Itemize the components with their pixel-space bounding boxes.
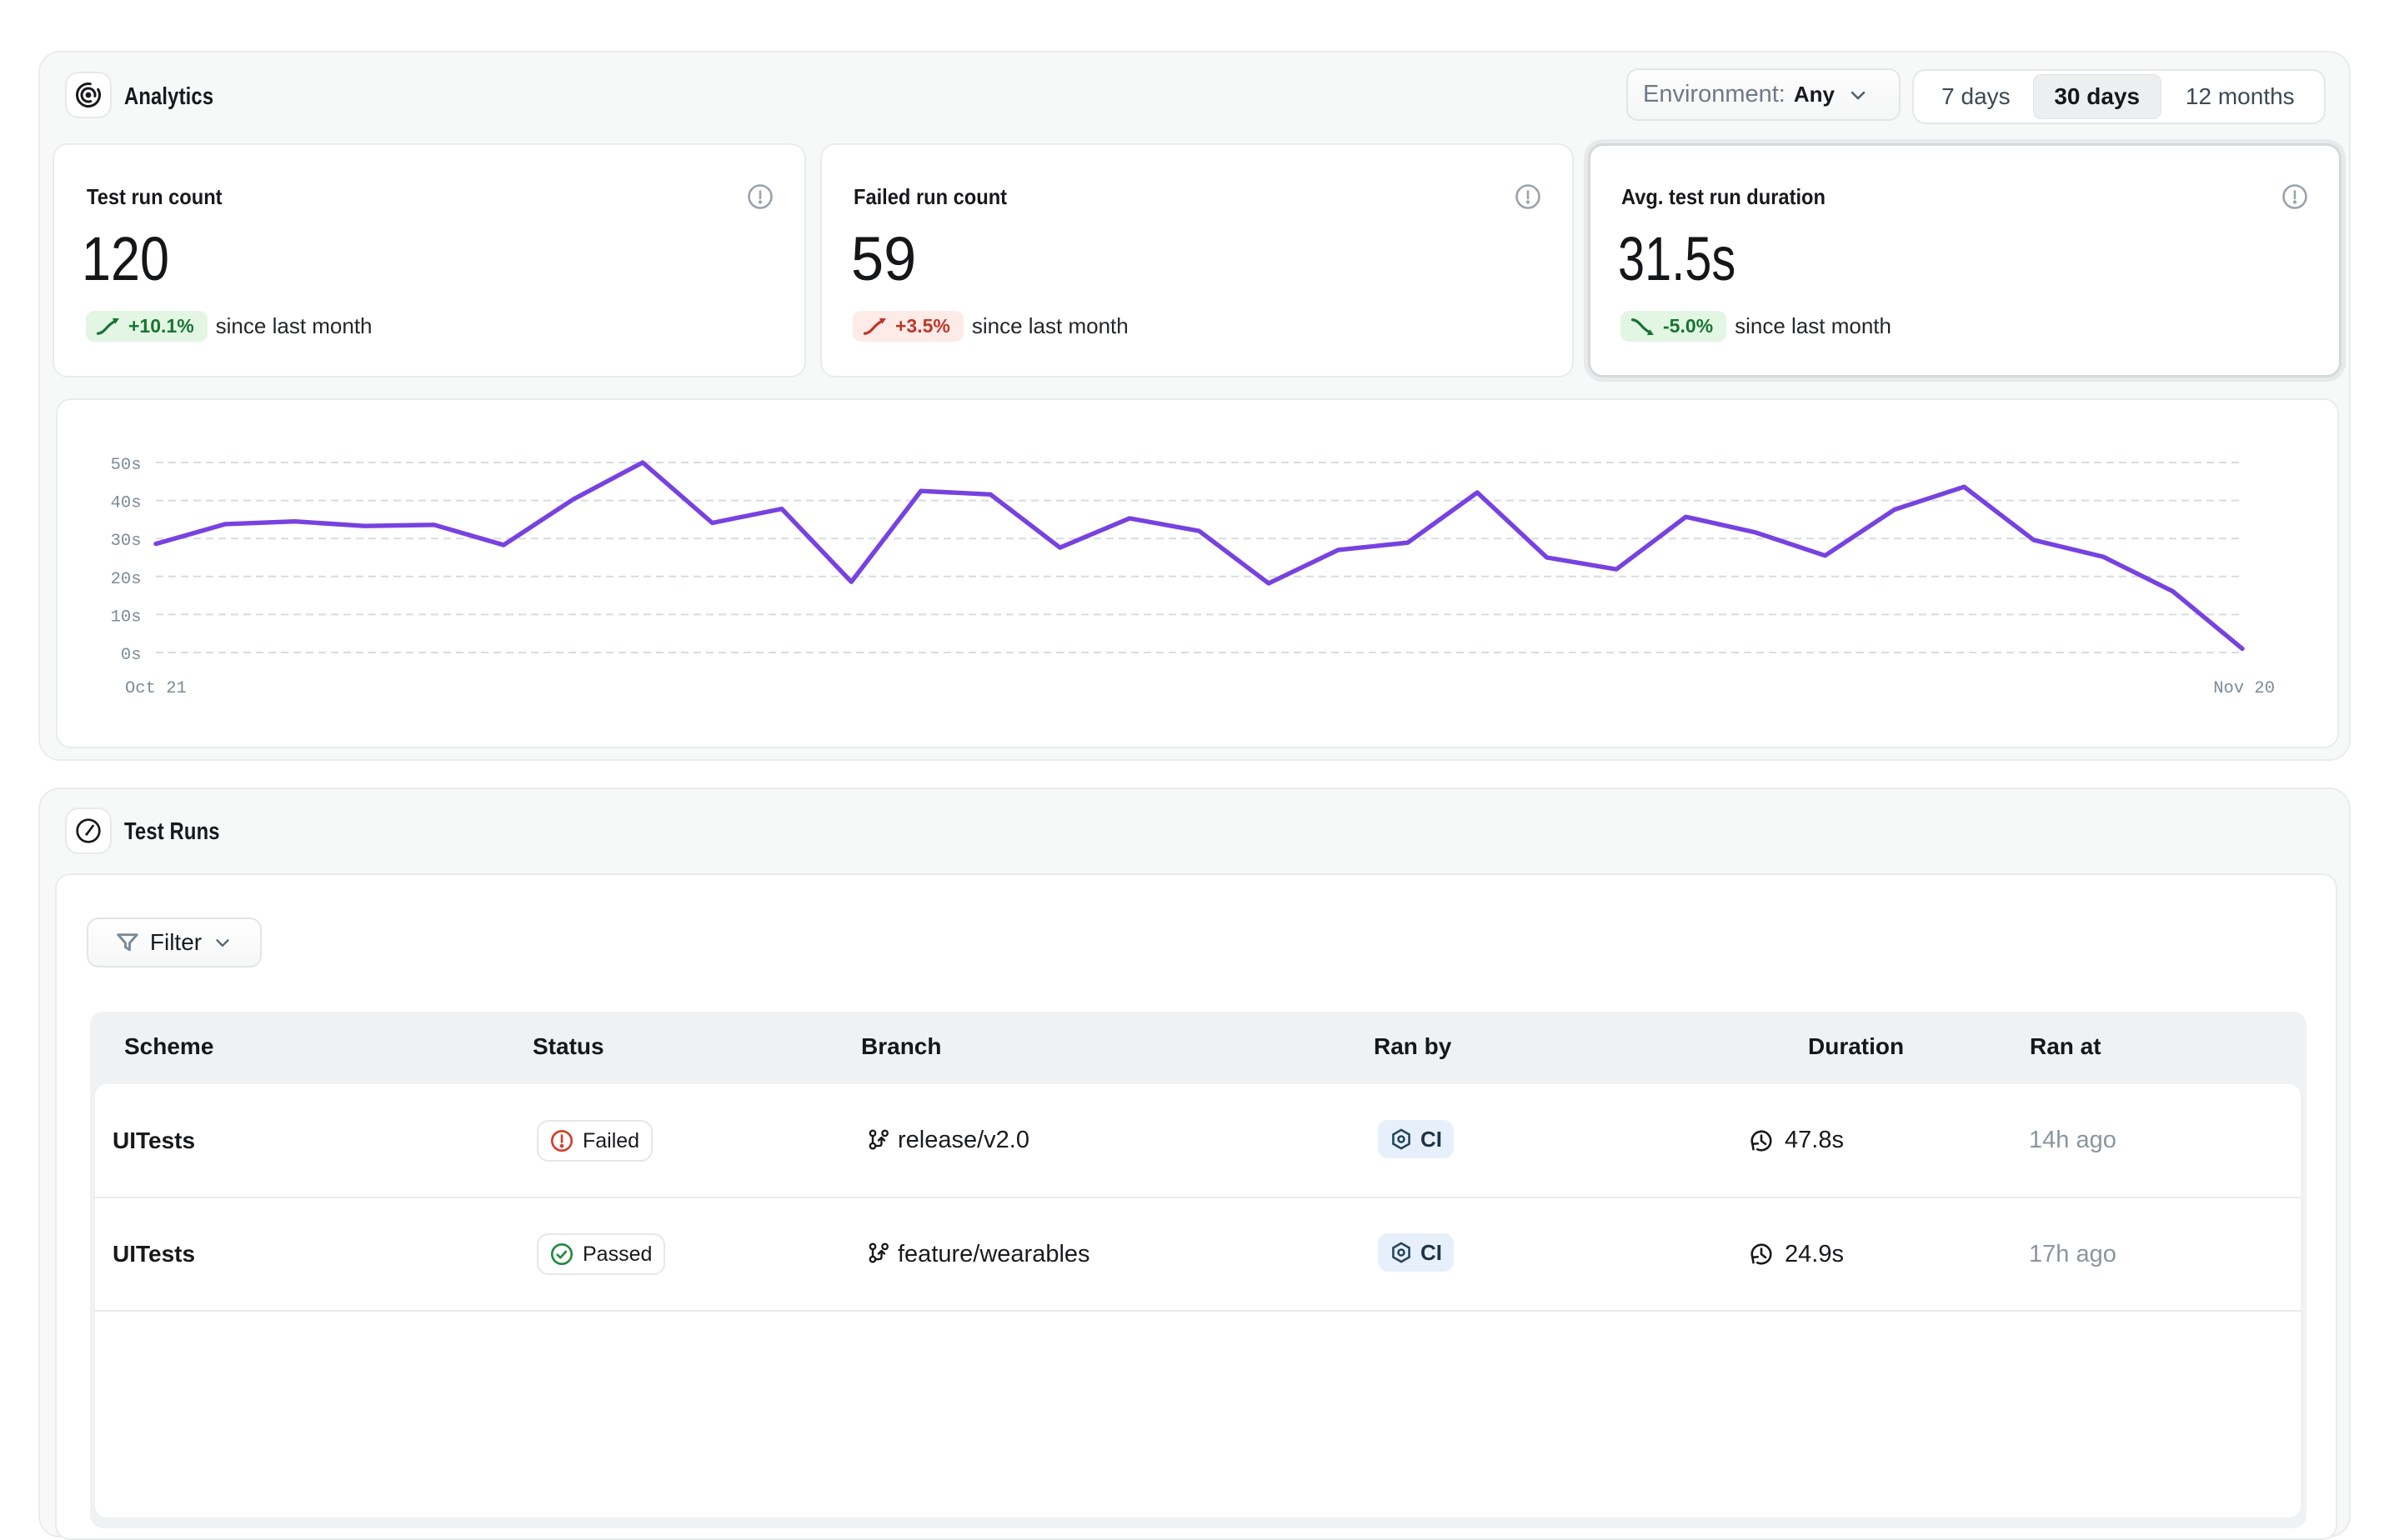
svg-text:0s: 0s — [121, 646, 142, 665]
svg-text:30s: 30s — [111, 532, 142, 551]
svg-text:10s: 10s — [111, 608, 142, 627]
svg-text:40s: 40s — [111, 494, 142, 513]
svg-text:50s: 50s — [111, 456, 142, 475]
svg-text:Nov 20: Nov 20 — [2213, 679, 2275, 698]
svg-text:Oct 21: Oct 21 — [125, 679, 187, 698]
svg-text:20s: 20s — [111, 570, 142, 589]
